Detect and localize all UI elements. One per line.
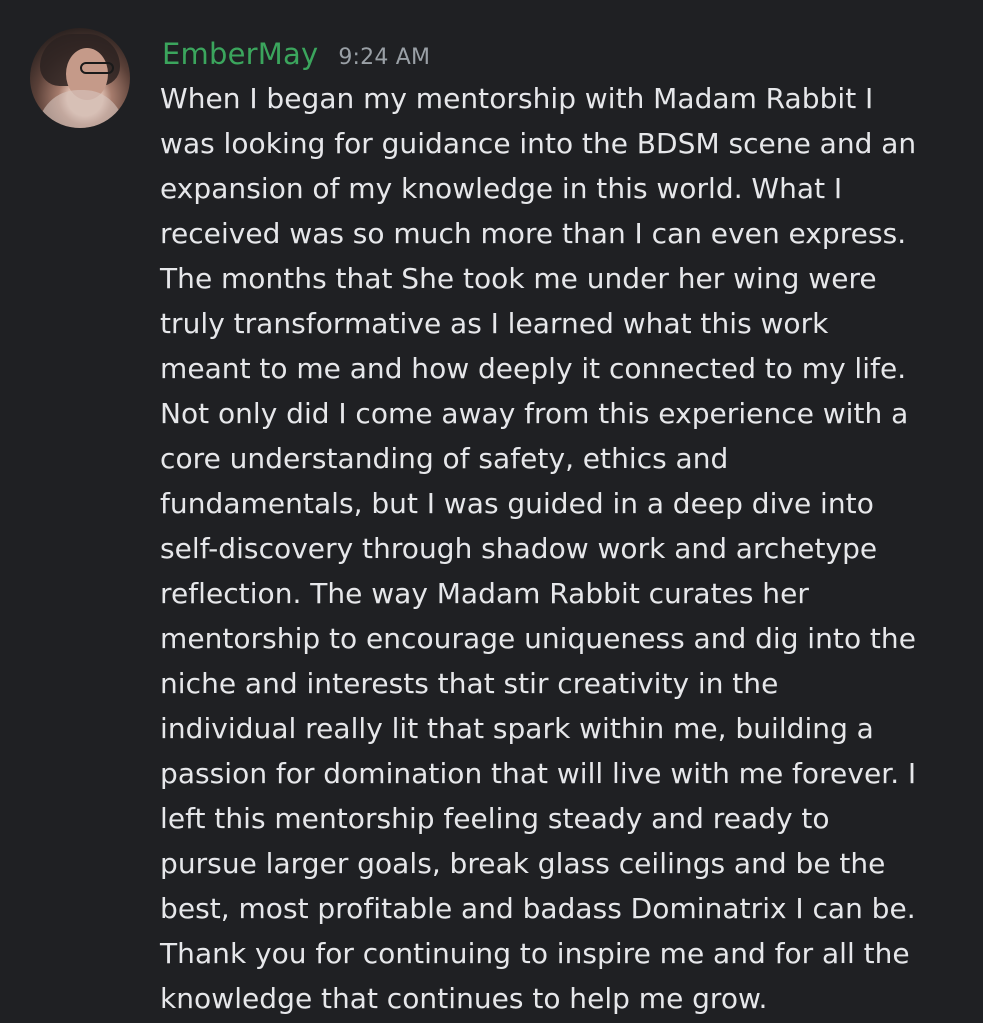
message-line: When I began my mentorship with Madam Ra… xyxy=(160,82,874,115)
message-line: was looking for guidance into the BDSM s… xyxy=(160,127,917,160)
message-line: self-discovery through shadow work and a… xyxy=(160,532,878,565)
message-line: Not only did I come away from this exper… xyxy=(160,397,909,430)
message-line: reflection. The way Madam Rabbit curates… xyxy=(160,577,809,610)
message-header: EmberMay 9:24 AM xyxy=(162,36,430,76)
message-line: truly transformative as I learned what t… xyxy=(160,307,829,340)
chat-message: EmberMay 9:24 AM When I began my mentors… xyxy=(0,0,983,1023)
message-line: The months that She took me under her wi… xyxy=(160,262,877,295)
message-content: When I began my mentorship with Madam Ra… xyxy=(160,76,970,1021)
username[interactable]: EmberMay xyxy=(162,36,318,72)
message-line: fundamentals, but I was guided in a deep… xyxy=(160,487,874,520)
message-line: pursue larger goals, break glass ceiling… xyxy=(160,847,886,880)
message-line: passion for domination that will live wi… xyxy=(160,757,917,790)
message-line: received was so much more than I can eve… xyxy=(160,217,907,250)
message-line: mentorship to encourage uniqueness and d… xyxy=(160,622,916,655)
message-line: expansion of my knowledge in this world.… xyxy=(160,172,843,205)
message-line: knowledge that continues to help me grow… xyxy=(160,982,768,1015)
avatar-glasses-shape xyxy=(80,62,114,74)
avatar-clothing-shape xyxy=(38,90,124,128)
message-line: individual really lit that spark within … xyxy=(160,712,874,745)
message-line: meant to me and how deeply it connected … xyxy=(160,352,907,385)
message-line: left this mentorship feeling steady and … xyxy=(160,802,830,835)
message-timestamp[interactable]: 9:24 AM xyxy=(338,40,430,76)
message-line: niche and interests that stir creativity… xyxy=(160,667,779,700)
user-avatar[interactable] xyxy=(30,28,130,128)
message-line: core understanding of safety, ethics and xyxy=(160,442,729,475)
message-line: Thank you for continuing to inspire me a… xyxy=(160,937,910,970)
message-line: best, most profitable and badass Dominat… xyxy=(160,892,916,925)
